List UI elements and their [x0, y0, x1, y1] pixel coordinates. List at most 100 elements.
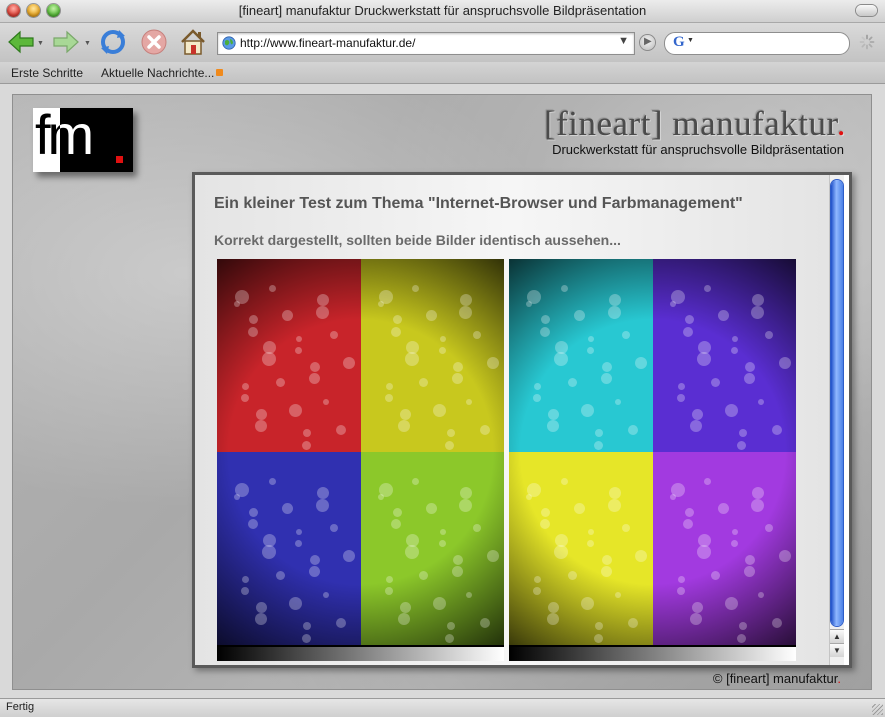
petal-highlight	[432, 596, 446, 610]
petal-highlight	[378, 482, 393, 497]
home-button[interactable]	[178, 27, 208, 57]
petal-highlight	[385, 575, 393, 583]
scroll-down-arrow-icon[interactable]: ▼	[830, 643, 844, 657]
petal-highlight	[724, 596, 738, 610]
petal-highlight	[446, 622, 455, 631]
site-globe-icon	[222, 36, 236, 50]
petal-highlight	[329, 524, 338, 533]
petal-highlight	[254, 419, 267, 432]
url-text: http://www.fineart-manufaktur.de/	[240, 36, 416, 50]
search-engine-dropdown-icon[interactable]: ▼	[687, 37, 694, 44]
petal-highlight	[385, 382, 393, 390]
petal-highlight	[670, 482, 685, 497]
petal-highlight	[670, 289, 685, 304]
page-subheading: Korrekt dargestellt, sollten beide Bilde…	[214, 232, 621, 248]
petal-highlight	[392, 508, 402, 518]
go-button[interactable]: ▶	[640, 35, 655, 50]
image-quadrant	[360, 259, 504, 452]
petal-highlight	[758, 591, 765, 598]
petal-highlight	[600, 566, 612, 578]
main-content-frame: Ein kleiner Test zum Thema "Internet-Bro…	[192, 172, 852, 668]
petal-highlight	[676, 394, 685, 403]
petal-highlight	[581, 596, 595, 610]
petal-highlight	[439, 529, 446, 536]
petal-highlight	[322, 398, 329, 405]
scrollbar-thumb[interactable]	[831, 180, 843, 626]
search-input[interactable]: G ▼	[664, 32, 850, 55]
petal-highlight	[684, 315, 694, 325]
petal-highlight	[256, 601, 268, 613]
petal-highlight	[621, 331, 630, 340]
brand-red-dot: .	[836, 104, 846, 143]
copyright-red-dot: .	[837, 671, 841, 686]
petal-highlight	[479, 424, 490, 435]
petal-highlight	[412, 477, 420, 485]
petal-highlight	[607, 305, 621, 319]
image-quadrant	[509, 259, 653, 452]
petal-highlight	[399, 601, 411, 613]
brand-name: [fineart] manufaktur.	[544, 104, 846, 144]
petal-highlight	[600, 373, 612, 385]
scroll-up-arrow-icon[interactable]: ▲	[830, 629, 844, 643]
petal-highlight	[758, 398, 765, 405]
bookmark-aktuelle-nachrichten[interactable]: Aktuelle Nachrichte...	[101, 66, 224, 80]
bookmark-label: Aktuelle Nachrichte...	[101, 66, 215, 80]
petal-highlight	[308, 566, 320, 578]
back-history-dropdown-icon[interactable]: ▼	[37, 40, 44, 47]
logo-red-dot-icon	[116, 156, 123, 163]
petal-highlight	[301, 633, 311, 643]
petal-highlight	[309, 554, 320, 565]
forward-history-dropdown-icon[interactable]: ▼	[84, 40, 91, 47]
petal-highlight	[322, 591, 329, 598]
petal-highlight	[315, 498, 329, 512]
petal-highlight	[553, 545, 568, 560]
petal-highlight	[778, 357, 791, 370]
petal-highlight	[704, 477, 712, 485]
petal-highlight	[261, 545, 276, 560]
vertical-scrollbar[interactable]: ▲ ▼	[829, 175, 844, 665]
petal-highlight	[438, 540, 446, 548]
petal-highlight	[730, 540, 738, 548]
petal-highlight	[771, 617, 782, 628]
site-logo[interactable]: fm	[33, 108, 133, 172]
resize-grip-icon[interactable]	[872, 704, 883, 715]
back-button[interactable]	[6, 27, 36, 57]
petal-highlight	[560, 477, 568, 485]
bookmark-erste-schritte[interactable]: Erste Schritte	[11, 66, 83, 80]
petal-highlight	[731, 529, 738, 536]
petal-highlight	[554, 533, 568, 547]
petal-highlight	[412, 284, 420, 292]
petal-highlight	[419, 377, 429, 387]
petal-highlight	[486, 357, 499, 370]
petal-highlight	[308, 373, 320, 385]
petal-highlight	[301, 440, 311, 450]
reload-button[interactable]	[98, 27, 128, 57]
toolbar-toggle-button[interactable]	[856, 5, 877, 16]
petal-highlight	[691, 601, 703, 613]
address-bar[interactable]: http://www.fineart-manufaktur.de/ ▼	[217, 32, 635, 55]
petal-highlight	[593, 440, 603, 450]
petal-highlight	[607, 498, 621, 512]
petal-highlight	[399, 408, 411, 420]
reload-icon	[101, 30, 125, 54]
petal-highlight	[486, 550, 499, 563]
petal-highlight	[378, 289, 393, 304]
logo-text: fm	[35, 108, 94, 166]
google-search-engine-icon[interactable]: G	[673, 34, 685, 51]
petal-highlight	[554, 341, 568, 354]
stop-button[interactable]	[139, 27, 169, 57]
petal-highlight	[731, 336, 738, 343]
petal-highlight	[567, 570, 577, 580]
petal-highlight	[275, 377, 285, 387]
petal-highlight	[704, 284, 712, 292]
petal-highlight	[275, 570, 285, 580]
petal-highlight	[546, 612, 559, 625]
forward-button[interactable]	[51, 27, 81, 57]
petal-highlight	[771, 424, 782, 435]
petal-highlight	[539, 326, 550, 337]
petal-highlight	[384, 587, 393, 596]
url-history-dropdown-icon[interactable]: ▼	[618, 35, 629, 47]
petal-highlight	[268, 284, 276, 292]
copyright-text: © [fineart] manufaktur	[712, 671, 838, 686]
petal-highlight	[684, 508, 694, 518]
